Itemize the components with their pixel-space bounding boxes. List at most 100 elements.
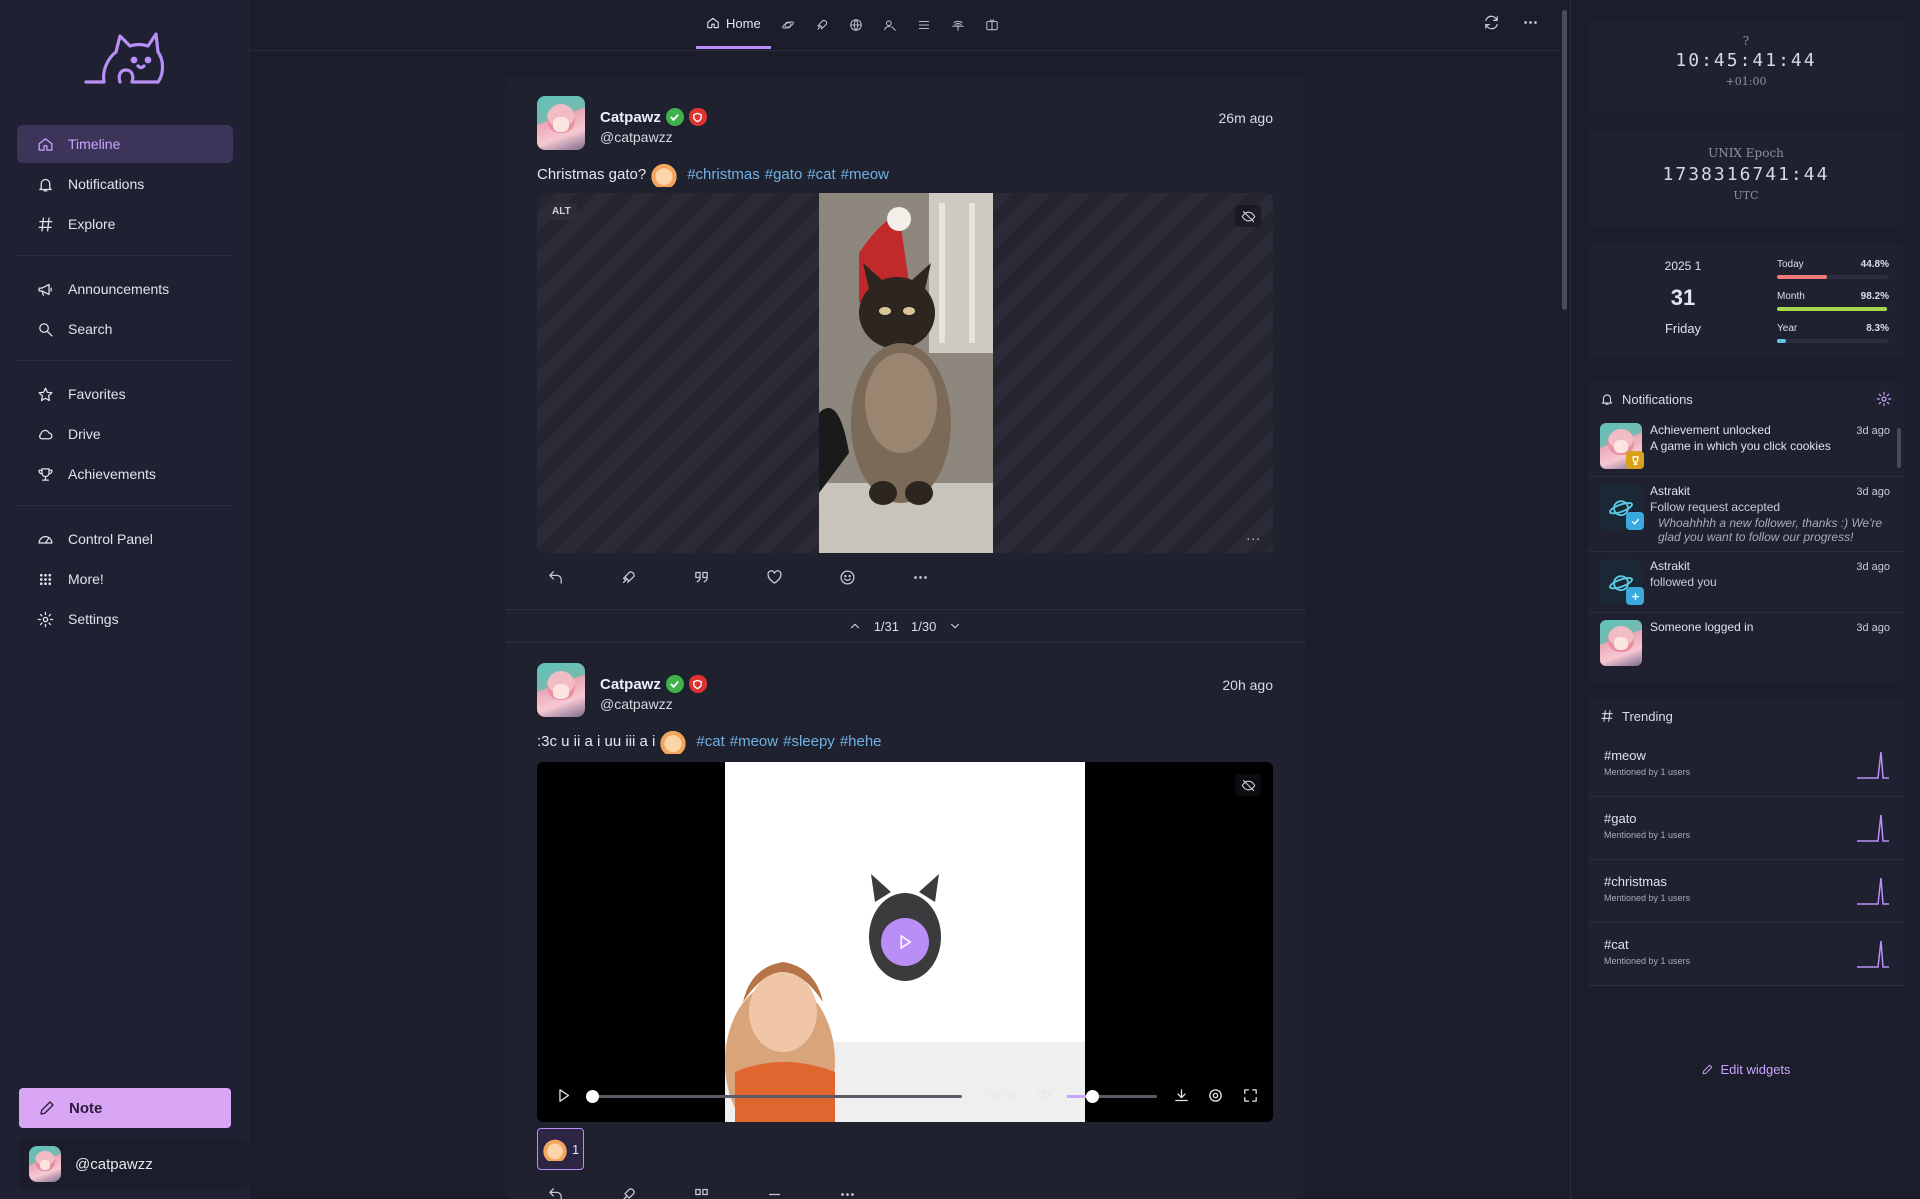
fullscreen-icon[interactable] bbox=[1242, 1087, 1259, 1104]
tab-home[interactable]: Home bbox=[696, 0, 771, 49]
volume-slider[interactable] bbox=[1067, 1090, 1157, 1103]
reaction-button[interactable]: 1 bbox=[537, 1128, 585, 1170]
volume-handle[interactable] bbox=[1086, 1090, 1099, 1103]
hashtag-link[interactable]: #gato bbox=[765, 166, 803, 183]
notification-item[interactable]: Astrakit Follow request accepted Whoahhh… bbox=[1588, 477, 1904, 552]
trending-header: Trending bbox=[1588, 698, 1904, 734]
cat-logo-icon[interactable] bbox=[82, 30, 166, 90]
notification-item[interactable]: Someone logged in 3d ago bbox=[1588, 613, 1904, 673]
hashtag-link[interactable]: #hehe bbox=[840, 733, 882, 750]
display-name[interactable]: Catpawz bbox=[600, 675, 707, 693]
volume-mute-icon[interactable] bbox=[1036, 1087, 1053, 1104]
cloud-icon bbox=[39, 429, 53, 439]
sidebar-item-search[interactable]: Search bbox=[17, 310, 233, 348]
sidebar: Timeline Notifications Explore Announcem… bbox=[0, 0, 264, 1199]
reply-button[interactable] bbox=[547, 569, 620, 586]
image-attachment[interactable]: ALT ... bbox=[537, 193, 1273, 553]
notification-item[interactable]: Astrakit followed you 3d ago bbox=[1588, 552, 1904, 613]
trend-item[interactable]: #christmas Mentioned by 1 users bbox=[1588, 860, 1904, 923]
quote-button[interactable] bbox=[693, 569, 766, 586]
react-button[interactable] bbox=[839, 569, 912, 586]
tab-local[interactable] bbox=[771, 0, 805, 49]
tab-antennas[interactable] bbox=[941, 0, 975, 49]
trend-tag: #gato bbox=[1604, 811, 1637, 826]
sidebar-item-more[interactable]: More! bbox=[17, 560, 233, 598]
gauge-icon bbox=[38, 535, 53, 544]
hashtag-link[interactable]: #meow bbox=[730, 733, 778, 750]
trend-item[interactable]: #meow Mentioned by 1 users bbox=[1588, 734, 1904, 797]
hide-media-button[interactable] bbox=[1235, 774, 1261, 796]
cat-photo[interactable] bbox=[819, 193, 993, 553]
display-name[interactable]: Catpawz bbox=[600, 108, 707, 126]
notification-item[interactable]: Achievement unlocked A game in which you… bbox=[1588, 416, 1904, 477]
sidebar-item-label: Timeline bbox=[68, 136, 121, 152]
note-more-button[interactable] bbox=[839, 1186, 912, 1199]
reply-button[interactable] bbox=[547, 1186, 620, 1199]
like-button[interactable] bbox=[766, 569, 839, 586]
note-button[interactable]: Note bbox=[19, 1088, 231, 1128]
note-timestamp[interactable]: 20h ago bbox=[1222, 677, 1273, 693]
progress-label: Year bbox=[1777, 323, 1798, 334]
hide-media-button[interactable] bbox=[1235, 205, 1261, 227]
note-text: :3c u ii a i uu iii a i bbox=[537, 732, 656, 750]
sidebar-item-achievements[interactable]: Achievements bbox=[17, 455, 233, 493]
tab-lists[interactable] bbox=[907, 0, 941, 49]
seek-bar[interactable] bbox=[586, 1090, 962, 1103]
username[interactable]: @catpawzz bbox=[600, 129, 707, 145]
notifications-scrollbar[interactable] bbox=[1897, 428, 1901, 468]
video-attachment[interactable]: 00:00 bbox=[537, 762, 1273, 1122]
chevron-up-icon[interactable] bbox=[848, 619, 862, 633]
sidebar-item-notifications[interactable]: Notifications bbox=[17, 165, 233, 203]
username[interactable]: @catpawzz bbox=[600, 696, 707, 712]
note-more-button[interactable] bbox=[912, 569, 985, 586]
notifications-header: Notifications bbox=[1588, 382, 1904, 416]
edit-widgets-button[interactable]: Edit widgets bbox=[1588, 1062, 1904, 1077]
note-timestamp[interactable]: 26m ago bbox=[1219, 110, 1273, 126]
hashtag-link[interactable]: #cat bbox=[696, 733, 724, 750]
play-overlay-button[interactable] bbox=[881, 918, 929, 966]
seek-handle[interactable] bbox=[586, 1090, 599, 1103]
trend-item[interactable]: #cat Mentioned by 1 users bbox=[1588, 923, 1904, 986]
more-icon[interactable] bbox=[1522, 14, 1539, 31]
sidebar-item-announcements[interactable]: Announcements bbox=[17, 270, 233, 308]
settings-icon[interactable] bbox=[1207, 1087, 1224, 1104]
refresh-icon[interactable] bbox=[1483, 14, 1500, 31]
sidebar-item-favorites[interactable]: Favorites bbox=[17, 375, 233, 413]
hashtag-link[interactable]: #sleepy bbox=[783, 733, 835, 750]
hashtag-link[interactable]: #christmas bbox=[687, 166, 760, 183]
reaction-count: 1 bbox=[572, 1141, 580, 1157]
note-header: Catpawz @catpawzz 26m ago bbox=[537, 96, 1273, 152]
tab-users[interactable] bbox=[873, 0, 907, 49]
tab-global[interactable] bbox=[839, 0, 873, 49]
avatar[interactable] bbox=[537, 96, 585, 150]
like-button[interactable] bbox=[766, 1186, 839, 1199]
trend-item[interactable]: #gato Mentioned by 1 users bbox=[1588, 797, 1904, 860]
gear-icon[interactable] bbox=[1876, 391, 1892, 407]
sidebar-item-timeline[interactable]: Timeline bbox=[17, 125, 233, 163]
progress-value: 44.8% bbox=[1860, 259, 1889, 270]
quote-button[interactable] bbox=[693, 1186, 766, 1199]
download-icon[interactable] bbox=[1173, 1087, 1190, 1104]
play-icon[interactable] bbox=[555, 1087, 572, 1104]
hashtag-link[interactable]: #meow bbox=[841, 166, 889, 183]
sidebar-item-drive[interactable]: Drive bbox=[17, 415, 233, 453]
renote-button[interactable] bbox=[620, 1186, 693, 1199]
chevron-down-icon[interactable] bbox=[948, 619, 962, 633]
tab-channels[interactable] bbox=[975, 0, 1009, 49]
alt-badge[interactable]: ALT bbox=[546, 203, 577, 220]
sidebar-item-explore[interactable]: Explore bbox=[17, 205, 233, 243]
sidebar-item-control-panel[interactable]: Control Panel bbox=[17, 520, 233, 558]
hashtag-link[interactable]: #cat bbox=[807, 166, 835, 183]
tab-social[interactable] bbox=[805, 0, 839, 49]
sidebar-item-settings[interactable]: Settings bbox=[17, 600, 233, 638]
calendar-progress: Today 44.8% Month 98.2% Year 8.3% bbox=[1777, 259, 1889, 355]
video-controls: 00:00 bbox=[537, 1070, 1273, 1122]
timeline-scrollbar[interactable] bbox=[1562, 10, 1567, 310]
avatar[interactable] bbox=[537, 663, 585, 717]
renote-button[interactable] bbox=[620, 569, 693, 586]
reply-icon bbox=[549, 1187, 562, 1199]
account-button[interactable]: @catpawzz bbox=[19, 1140, 264, 1188]
media-more-button[interactable]: ... bbox=[1246, 527, 1261, 543]
hash-icon bbox=[38, 216, 53, 232]
tab-home-label: Home bbox=[726, 15, 761, 31]
